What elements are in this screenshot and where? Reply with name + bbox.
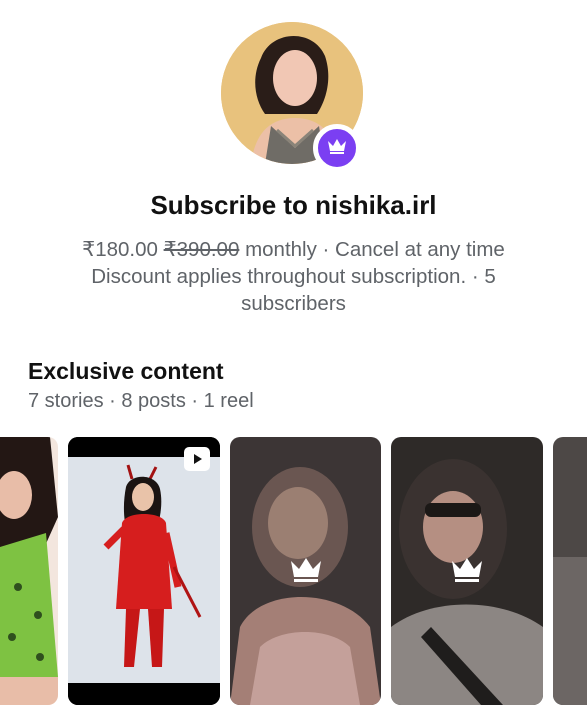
content-tile[interactable]: [0, 437, 58, 705]
subscription-details: ₹180.00 ₹390.00 monthly · Cancel at any …: [40, 236, 547, 317]
billing-text: monthly · Cancel at any time: [245, 238, 505, 261]
crown-icon: [449, 555, 485, 583]
original-price: ₹390.00: [163, 238, 240, 261]
crown-icon: [326, 137, 348, 160]
subscribe-title: Subscribe to nishika.irl: [150, 190, 437, 220]
content-carousel[interactable]: [0, 437, 587, 707]
locked-content-tile[interactable]: [230, 437, 381, 705]
subscriber-badge: [313, 124, 361, 172]
exclusive-content-counts: 7 stories · 8 posts · 1 reel: [28, 390, 254, 412]
exclusive-content-title: Exclusive content: [28, 358, 224, 384]
discount-text: Discount applies throughout subscription…: [91, 265, 496, 315]
locked-content-tile[interactable]: [391, 437, 543, 705]
profile-avatar-container: [221, 22, 365, 172]
current-price: ₹180.00: [82, 238, 158, 261]
reel-tile[interactable]: [68, 437, 220, 705]
play-icon: [184, 447, 210, 471]
locked-content-tile[interactable]: [553, 437, 587, 705]
crown-icon: [288, 555, 324, 583]
